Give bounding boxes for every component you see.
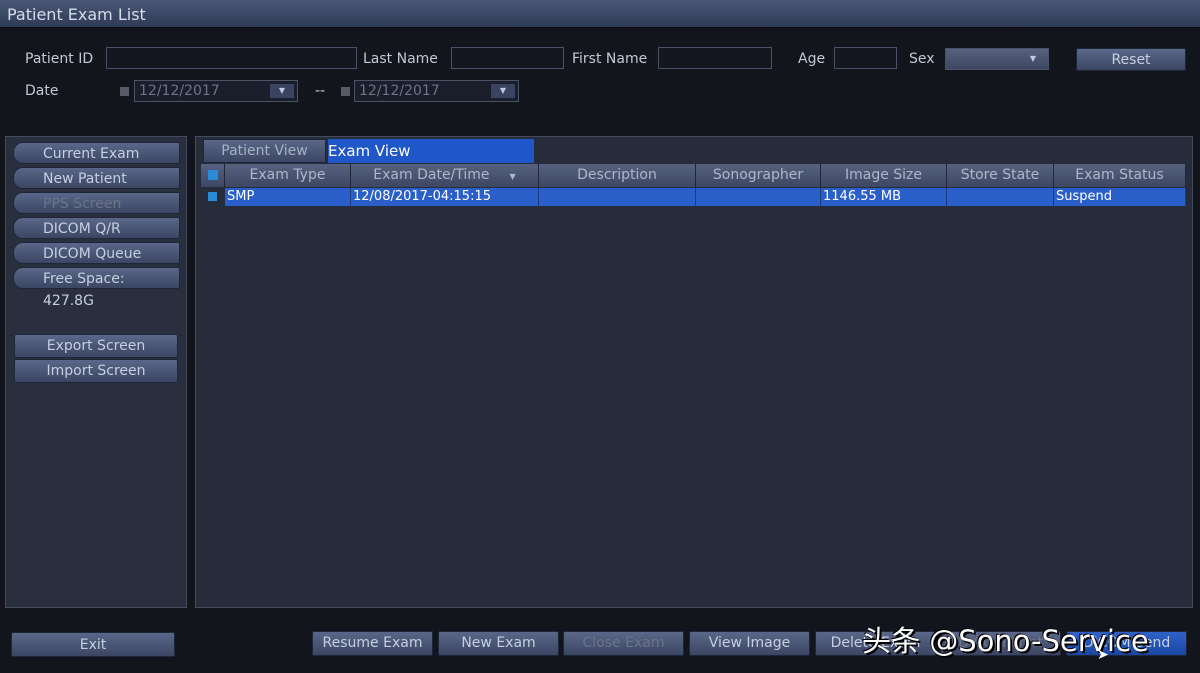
cell-sonographer [696, 188, 821, 206]
chevron-down-icon[interactable]: ▼ [270, 84, 294, 98]
col-store-state[interactable]: Store State [947, 164, 1054, 187]
select-all-checkbox[interactable] [201, 164, 225, 187]
dicom-queue-button[interactable]: DICOM Queue [13, 242, 180, 264]
col-sonographer[interactable]: Sonographer [696, 164, 821, 187]
sex-label: Sex [909, 51, 935, 67]
current-exam-button[interactable]: Current Exam [13, 142, 180, 164]
age-input[interactable] [834, 47, 897, 69]
close-exam-button[interactable]: Close Exam [563, 631, 684, 656]
col-exam-type[interactable]: Exam Type [225, 164, 351, 187]
patient-id-input[interactable] [106, 47, 357, 69]
col-exam-status[interactable]: Exam Status [1054, 164, 1186, 187]
new-patient-button[interactable]: New Patient [13, 167, 180, 189]
cell-exam-type: SMP [225, 188, 351, 206]
col-image-size[interactable]: Image Size [821, 164, 947, 187]
date-label: Date [25, 83, 59, 99]
date-from-checkbox[interactable] [120, 87, 129, 96]
import-screen-button[interactable]: Import Screen [14, 359, 178, 383]
exam-panel [195, 136, 1193, 608]
sidebar: Current Exam New Patient PPS Screen DICO… [5, 136, 187, 608]
sex-select[interactable]: ▼ [945, 48, 1049, 70]
cell-store-state [947, 188, 1054, 206]
title-bar: Patient Exam List [0, 0, 1200, 28]
view-image-button[interactable]: View Image [689, 631, 810, 656]
tab-exam-view[interactable]: Exam View 20171208_041449 [328, 139, 534, 184]
pps-screen-button[interactable]: PPS Screen [13, 192, 180, 214]
date-to-select[interactable]: 12/12/2017 ▼ [354, 80, 519, 102]
date-to-value: 12/12/2017 [359, 83, 440, 99]
sort-desc-icon: ▼ [509, 172, 516, 181]
first-name-input[interactable] [658, 47, 772, 69]
date-separator: -- [315, 83, 326, 99]
exit-button[interactable]: Exit [11, 632, 175, 657]
chevron-down-icon: ▼ [1029, 54, 1037, 63]
col-exam-datetime-label: Exam Date/Time [373, 167, 490, 183]
new-exam-button[interactable]: New Exam [438, 631, 559, 656]
last-name-label: Last Name [363, 51, 438, 67]
dicom-qr-button[interactable]: DICOM Q/R [13, 217, 180, 239]
reset-button[interactable]: Reset [1076, 48, 1186, 71]
resume-exam-button[interactable]: Resume Exam [312, 631, 433, 656]
mouse-cursor-icon: ➤ [1097, 647, 1109, 663]
tab-patient-view[interactable]: Patient View [203, 139, 326, 163]
first-name-label: First Name [572, 51, 648, 67]
free-space-button[interactable]: Free Space: 427.8G [13, 267, 180, 309]
cell-description [539, 188, 696, 206]
cell-exam-status: Suspend [1054, 188, 1186, 206]
cell-image-size: 1146.55 MB [821, 188, 947, 206]
row-checkbox[interactable] [201, 188, 225, 206]
date-to-checkbox[interactable] [341, 87, 350, 96]
date-from-select[interactable]: 12/12/2017 ▼ [134, 80, 298, 102]
date-from-value: 12/12/2017 [139, 83, 220, 99]
age-label: Age [798, 51, 826, 67]
chevron-down-icon[interactable]: ▼ [491, 84, 515, 98]
export-screen-button[interactable]: Export Screen [14, 334, 178, 358]
patient-id-label: Patient ID [25, 51, 94, 67]
col-description[interactable]: Description [539, 164, 696, 187]
window-title: Patient Exam List [7, 5, 146, 24]
cell-exam-datetime: 12/08/2017-04:15:15 [351, 188, 539, 206]
col-exam-datetime[interactable]: Exam Date/Time ▼ [351, 164, 539, 187]
last-name-input[interactable] [451, 47, 564, 69]
